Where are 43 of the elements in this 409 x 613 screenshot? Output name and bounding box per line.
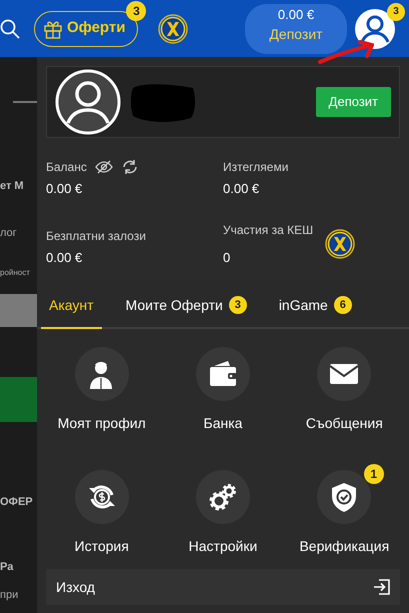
tab-underline	[13, 101, 37, 103]
menu-item[interactable]: Моят профил	[41, 347, 162, 434]
background-text: при	[0, 588, 20, 603]
stat-label: Изтегляеми	[223, 159, 288, 176]
tab[interactable]: Акаунт	[41, 283, 102, 329]
logout-button[interactable]: Изход	[46, 569, 400, 605]
background-bar	[0, 294, 37, 327]
count-badge: 3	[126, 0, 146, 20]
menu-item[interactable]: Съобщения	[284, 347, 405, 434]
background-text: Ра	[0, 560, 14, 574]
stat-label: Безплатни залози	[46, 228, 146, 244]
tab[interactable]: Моите Оферти 3	[118, 283, 255, 329]
background-bar	[0, 377, 37, 422]
background-text: ройност	[0, 267, 31, 279]
count-badge: 6	[334, 296, 352, 314]
balance-deposit-button[interactable]: 0.00 € Депозит	[245, 4, 347, 54]
refresh-icon[interactable]	[120, 159, 139, 175]
menu-item[interactable]: Банка	[162, 347, 284, 434]
logout-icon	[373, 578, 390, 596]
coin-icon	[325, 229, 356, 259]
background-text: лог	[0, 226, 18, 240]
count-badge: 3	[387, 2, 405, 20]
stat-label: Баланс	[46, 159, 87, 176]
avatar-icon	[55, 69, 121, 135]
settings-icon	[208, 482, 238, 512]
stat-value: 0	[223, 248, 232, 266]
menu-item[interactable]: История	[41, 470, 162, 557]
menu-item[interactable]: Настройки	[162, 470, 284, 557]
stat-value: 0.00 €	[223, 180, 260, 198]
stat-value: 0.00 €	[46, 180, 84, 198]
tab[interactable]: inGame 6	[270, 283, 360, 329]
hidden-eye-icon[interactable]	[94, 160, 113, 174]
redaction-mark	[131, 82, 195, 122]
avatar-button[interactable]	[355, 8, 395, 48]
coin-icon[interactable]	[158, 14, 188, 44]
stat-label: Участия за КЕШ	[223, 222, 314, 238]
stat-value: 0.00 €	[46, 248, 84, 266]
background-text: ет М	[0, 179, 25, 194]
count-badge: 1	[364, 464, 384, 484]
search-icon[interactable]	[0, 18, 20, 38]
annotation-arrow	[318, 40, 374, 66]
count-badge: 3	[228, 296, 247, 314]
background-text: ОФЕР	[0, 495, 34, 510]
